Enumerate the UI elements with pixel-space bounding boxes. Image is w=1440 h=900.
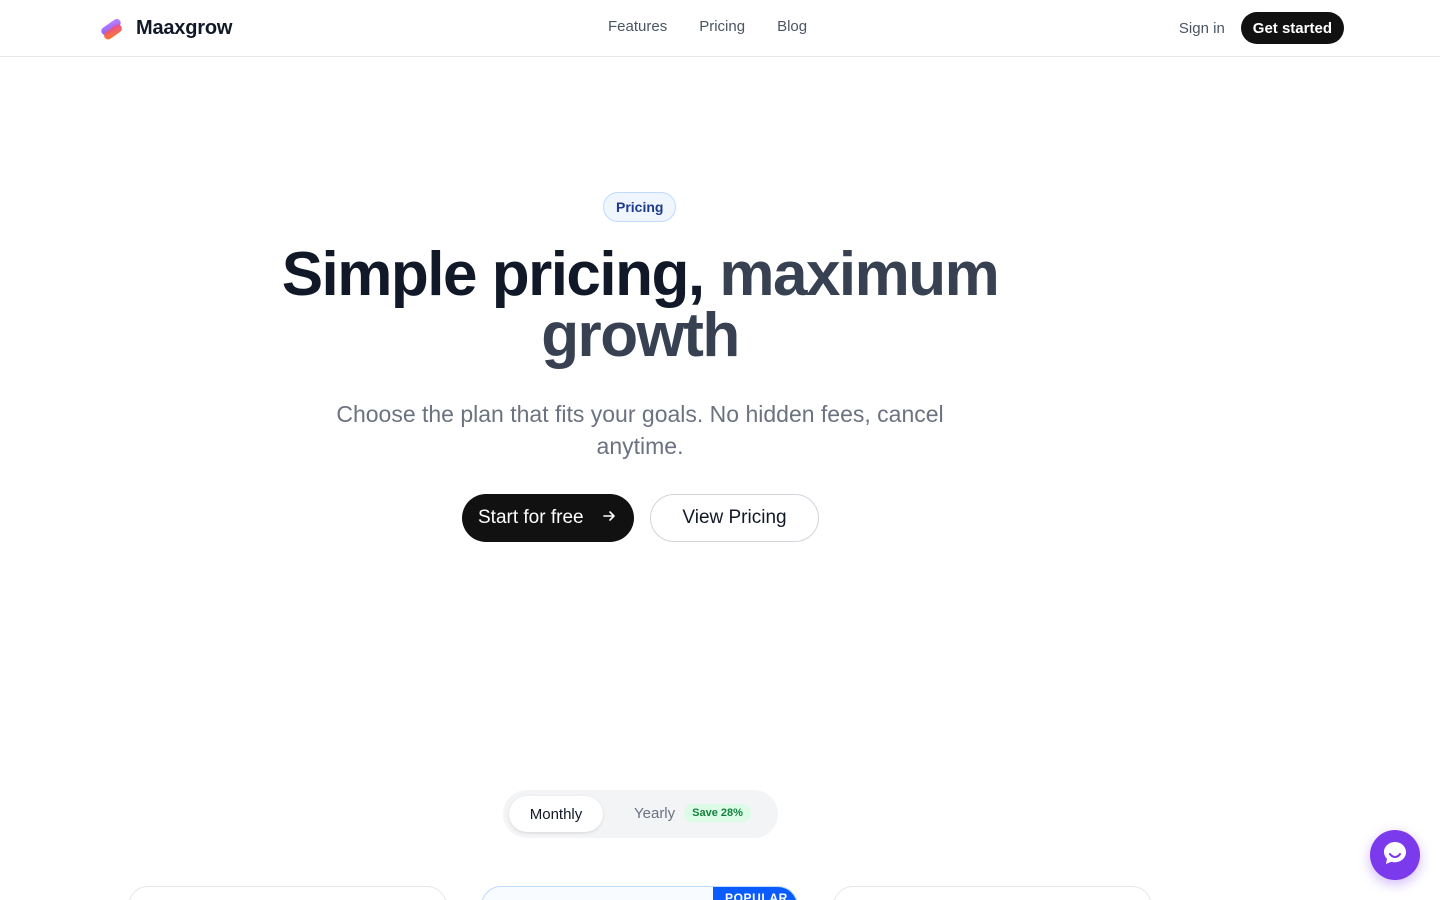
brand-name: Maaxgrow <box>136 16 233 39</box>
title-part-3: growth <box>541 301 740 370</box>
start-for-free-label: Start for free <box>478 507 584 528</box>
toggle-yearly-label: Yearly <box>634 804 676 822</box>
get-started-button[interactable]: Get started <box>1240 12 1344 44</box>
nav-link-blog[interactable]: Blog <box>777 18 807 35</box>
start-for-free-button[interactable]: Start for free <box>462 494 634 542</box>
toggle-yearly[interactable]: Yearly Save 28% <box>634 804 751 822</box>
nav-link-features[interactable]: Features <box>608 18 667 35</box>
toggle-monthly[interactable]: Monthly <box>509 796 603 832</box>
pricing-card <box>128 886 447 900</box>
top-navbar: Maaxgrow Features Pricing Blog Sign in G… <box>0 0 1440 57</box>
pricing-card <box>833 886 1152 900</box>
chat-bubble-icon <box>1380 838 1410 873</box>
popular-badge: POPULAR <box>713 887 797 900</box>
nav-actions: Sign in Get started <box>1179 12 1344 44</box>
title-part-1: Simple pricing, <box>281 240 705 309</box>
nav-link-pricing[interactable]: Pricing <box>699 18 745 35</box>
view-pricing-button[interactable]: View Pricing <box>650 494 819 542</box>
pricing-card-popular: POPULAR <box>481 886 798 900</box>
sign-in-link[interactable]: Sign in <box>1179 20 1225 37</box>
save-badge: Save 28% <box>684 804 751 822</box>
chat-widget-button[interactable] <box>1370 830 1420 880</box>
main-nav: Features Pricing Blog <box>608 18 807 35</box>
section-badge: Pricing <box>603 192 677 222</box>
page-title: Simple pricing, maximum growth <box>240 244 1040 367</box>
brand[interactable]: Maaxgrow <box>98 14 232 42</box>
title-part-2: maximum <box>719 240 999 309</box>
hero-subtitle: Choose the plan that fits your goals. No… <box>336 401 944 459</box>
arrow-right-icon <box>602 507 616 529</box>
billing-period-toggle: Monthly Yearly Save 28% <box>503 790 778 838</box>
brand-logo-icon <box>98 14 126 42</box>
